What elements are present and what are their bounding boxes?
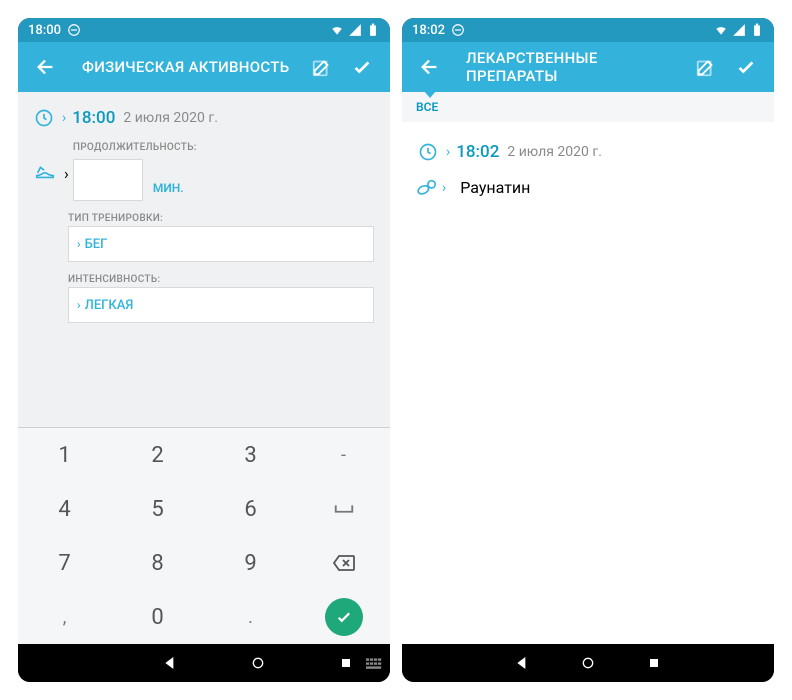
wifi-icon: [714, 23, 728, 37]
chevron-right-icon: ›: [446, 144, 450, 160]
phone-drugs: 18:02 ЛЕКАРСТВЕННЫЕ ПРЕПАРАТЫ: [402, 18, 774, 682]
pill-icon: [416, 177, 438, 199]
duration-unit: МИН.: [153, 181, 184, 195]
key-dash[interactable]: -: [297, 428, 390, 482]
time-value: 18:02: [456, 142, 499, 162]
tab-row: ВСЕ: [402, 92, 774, 122]
key-7[interactable]: 7: [18, 536, 111, 590]
nav-home-icon[interactable]: [580, 655, 596, 671]
edit-button[interactable]: [302, 47, 342, 87]
confirm-button[interactable]: [342, 47, 382, 87]
chevron-right-icon: ›: [77, 298, 81, 312]
shoe-icon: [34, 160, 56, 182]
appbar: ФИЗИЧЕСКАЯ АКТИВНОСТЬ: [18, 42, 390, 92]
statusbar: 18:02: [402, 18, 774, 42]
dnd-icon: [67, 23, 81, 37]
confirm-button[interactable]: [726, 47, 766, 87]
key-5[interactable]: 5: [111, 482, 204, 536]
nav-recent-icon[interactable]: [646, 655, 662, 671]
content-activity: › 18:00 2 июля 2020 г. › ПРОДОЛЖИТЕЛЬНОС…: [18, 92, 390, 427]
appbar-title: ФИЗИЧЕСКАЯ АКТИВНОСТЬ: [82, 58, 302, 76]
nav-recent-icon[interactable]: [338, 655, 354, 671]
key-1[interactable]: 1: [18, 428, 111, 482]
chevron-right-icon: ›: [442, 180, 446, 196]
key-enter[interactable]: [297, 590, 390, 644]
time-value: 18:00: [72, 108, 115, 128]
type-field[interactable]: › БЕГ: [68, 226, 374, 262]
back-button[interactable]: [410, 47, 450, 87]
signal-icon: [348, 23, 362, 37]
chevron-right-icon: ›: [62, 110, 66, 126]
edit-button[interactable]: [686, 47, 726, 87]
type-label: ТИП ТРЕНИРОВКИ:: [68, 213, 374, 224]
datetime-row[interactable]: › 18:00 2 июля 2020 г.: [18, 100, 390, 136]
duration-label: ПРОДОЛЖИТЕЛЬНОСТЬ:: [73, 142, 374, 153]
clock-icon: [418, 142, 438, 162]
nav-home-icon[interactable]: [250, 655, 266, 671]
key-8[interactable]: 8: [111, 536, 204, 590]
key-6[interactable]: 6: [204, 482, 297, 536]
content-drugs: › 18:02 2 июля 2020 г. › Раунатин: [402, 122, 774, 644]
nav-back-icon[interactable]: [514, 655, 530, 671]
drug-row[interactable]: › Раунатин: [402, 170, 774, 205]
key-0[interactable]: 0: [111, 590, 204, 644]
key-4[interactable]: 4: [18, 482, 111, 536]
signal-icon: [732, 23, 746, 37]
key-backspace[interactable]: [297, 536, 390, 590]
appbar: ЛЕКАРСТВЕННЫЕ ПРЕПАРАТЫ: [402, 42, 774, 92]
duration-input[interactable]: [73, 159, 143, 201]
tab-all[interactable]: ВСЕ: [402, 100, 452, 114]
key-space[interactable]: [297, 482, 390, 536]
appbar-title: ЛЕКАРСТВЕННЫЕ ПРЕПАРАТЫ: [466, 49, 686, 85]
battery-icon: [750, 23, 764, 37]
chevron-right-icon: ›: [77, 237, 81, 251]
clock-icon: [34, 108, 54, 128]
battery-icon: [366, 23, 380, 37]
keypad: 1 2 3 - 4 5 6 7 8 9 , 0 .: [18, 427, 390, 644]
intensity-value: ЛЕГКАЯ: [85, 298, 134, 313]
wifi-icon: [330, 23, 344, 37]
key-9[interactable]: 9: [204, 536, 297, 590]
key-period[interactable]: .: [204, 590, 297, 644]
statusbar: 18:00: [18, 18, 390, 42]
phone-activity: 18:00 ФИЗИЧЕСКАЯ АКТИВНОСТЬ: [18, 18, 390, 682]
dnd-icon: [451, 23, 465, 37]
navbar: [18, 644, 390, 682]
datetime-row[interactable]: › 18:02 2 июля 2020 г.: [402, 134, 774, 170]
key-comma[interactable]: ,: [18, 590, 111, 644]
chevron-right-icon: ›: [64, 164, 69, 183]
key-3[interactable]: 3: [204, 428, 297, 482]
keyboard-switch-icon[interactable]: [366, 656, 382, 672]
back-button[interactable]: [26, 47, 66, 87]
key-2[interactable]: 2: [111, 428, 204, 482]
navbar: [402, 644, 774, 682]
date-value: 2 июля 2020 г.: [507, 144, 602, 160]
nav-back-icon[interactable]: [162, 655, 178, 671]
status-clock: 18:02: [412, 23, 445, 38]
intensity-field[interactable]: › ЛЕГКАЯ: [68, 287, 374, 323]
drug-name: Раунатин: [460, 178, 530, 197]
intensity-label: ИНТЕНСИВНОСТЬ:: [68, 274, 374, 285]
type-value: БЕГ: [85, 237, 108, 252]
date-value: 2 июля 2020 г.: [123, 110, 218, 126]
status-clock: 18:00: [28, 23, 61, 38]
